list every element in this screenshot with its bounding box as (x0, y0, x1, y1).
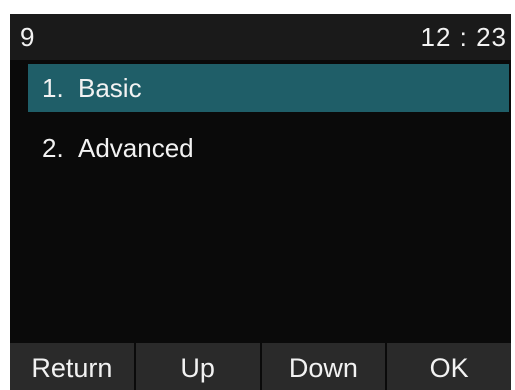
line-number: 9 (20, 22, 35, 52)
menu-list: 1. Basic 2. Advanced (28, 64, 509, 184)
menu-item-number: 1. (42, 73, 64, 103)
menu-item-basic[interactable]: 1. Basic (28, 64, 509, 112)
menu-item-label: Advanced (78, 133, 194, 163)
up-button[interactable]: Up (136, 343, 262, 390)
menu-item-number: 2. (42, 133, 64, 163)
ok-button[interactable]: OK (387, 343, 511, 390)
clock-time: 12 : 23 (420, 22, 507, 52)
down-button[interactable]: Down (262, 343, 388, 390)
phone-screen: 9 12 : 23 1. Basic 2. Advanced Return Up D… (10, 14, 511, 390)
return-button[interactable]: Return (10, 343, 136, 390)
menu-item-advanced[interactable]: 2. Advanced (28, 124, 509, 172)
menu-item-label: Basic (78, 73, 142, 103)
status-bar: 9 12 : 23 (10, 14, 511, 60)
softkey-bar: Return Up Down OK (10, 343, 511, 390)
